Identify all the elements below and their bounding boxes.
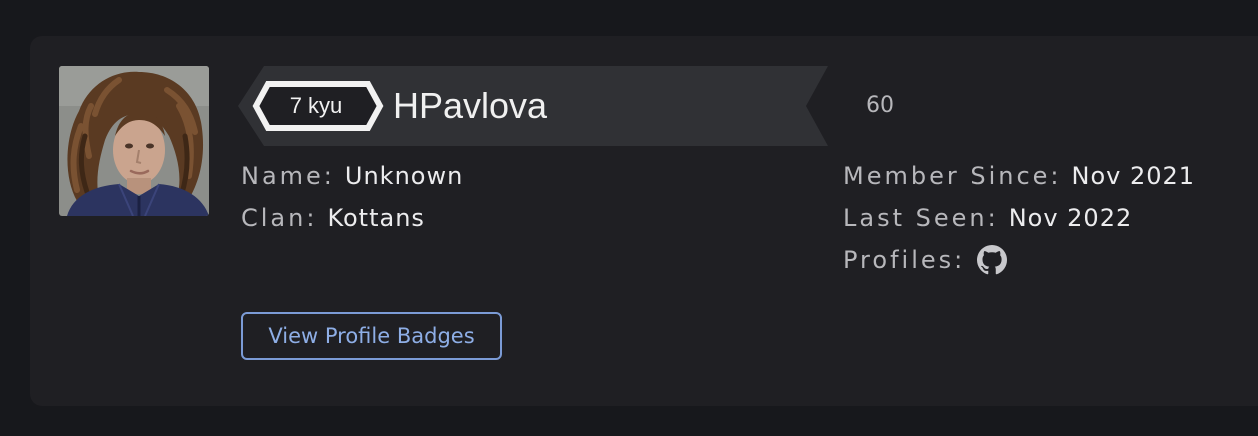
github-icon[interactable]: [977, 245, 1008, 275]
username: HPavlova: [393, 85, 548, 126]
last-seen-label: Last Seen:: [843, 204, 999, 232]
profiles-row: Profiles:: [843, 244, 1008, 276]
name-row: Name: Unknown: [241, 160, 463, 192]
rank-label: 7 kyu: [289, 93, 343, 118]
clan-row: Clan: Kottans: [241, 202, 425, 234]
member-since-label: Member Since:: [843, 162, 1062, 190]
rank-banner: [238, 66, 828, 146]
last-seen-value: Nov 2022: [1008, 204, 1133, 232]
clan-value: Kottans: [327, 204, 425, 232]
honor-score: 60: [866, 93, 894, 118]
member-since-value: Nov 2021: [1071, 162, 1196, 190]
clan-label: Clan:: [241, 204, 318, 232]
profiles-label: Profiles:: [843, 246, 966, 274]
name-label: Name:: [241, 162, 335, 190]
view-profile-badges-button[interactable]: View Profile Badges: [241, 312, 502, 360]
name-value: Unknown: [344, 162, 464, 190]
member-since-row: Member Since: Nov 2021: [843, 160, 1195, 192]
last-seen-row: Last Seen: Nov 2022: [843, 202, 1132, 234]
